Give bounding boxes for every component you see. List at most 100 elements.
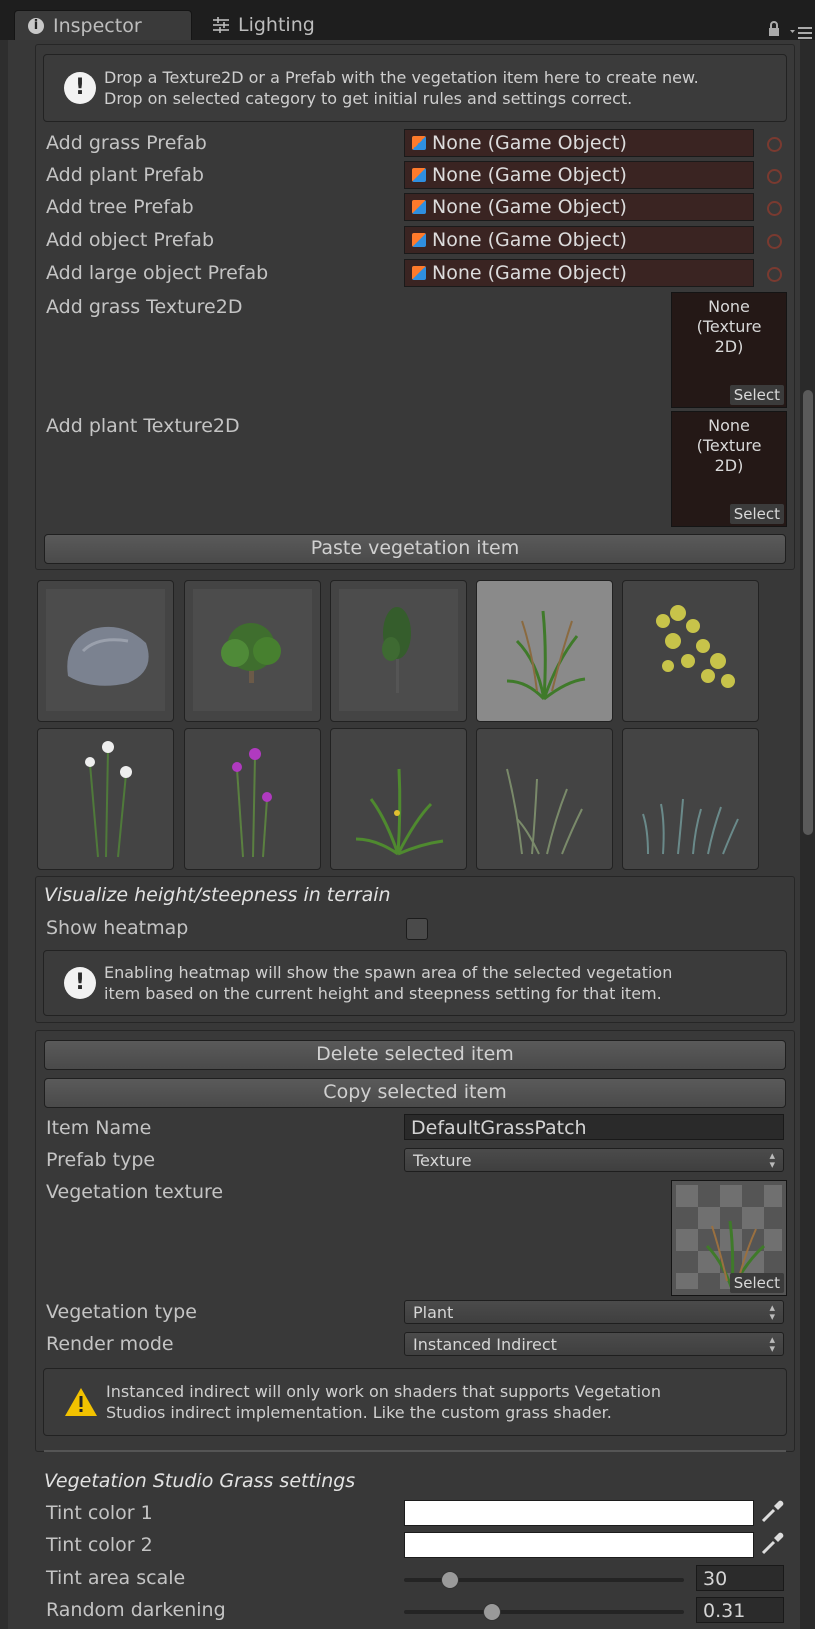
tab-inspector-label: Inspector [53,15,142,37]
add-plant-texture-slot[interactable]: None (Texture 2D) Select [671,411,787,527]
dry-grass-icon [506,768,583,855]
dropdown-arrows-icon: ▴ ▾ [769,1301,775,1323]
heatmap-section-title: Visualize height/steepness in terrain [44,884,391,906]
eyedropper-icon[interactable] [760,1498,786,1529]
lock-icon[interactable] [768,20,780,42]
help-line-1: Drop a Texture2D or a Prefab with the ve… [104,68,699,87]
info-exclamation-icon: ! [64,967,96,999]
object-picker-icon[interactable] [767,169,782,184]
gameobject-cube-icon [412,136,426,150]
add-plant-texture-label: Add plant Texture2D [46,415,240,437]
tall-tree-icon [339,589,458,711]
vegetation-thumb-blue-grass[interactable] [622,728,759,870]
tint-area-scale-slider-knob[interactable] [440,1571,459,1589]
add-object-prefab-field[interactable]: None (Game Object) [404,226,754,254]
eyedropper-icon[interactable] [760,1530,786,1561]
scrollbar-thumb[interactable] [803,390,813,835]
blue-grass-icon [642,798,739,855]
render-mode-warning-box: Instanced indirect will only work on sha… [43,1368,787,1436]
dropdown-arrows-icon: ▴ ▾ [769,1149,775,1171]
add-plant-prefab-field[interactable]: None (Game Object) [404,161,754,189]
add-large-object-prefab-field[interactable]: None (Game Object) [404,259,754,287]
warning-triangle-icon [65,1388,97,1416]
heatmap-help-box: ! Enabling heatmap will show the spawn a… [43,950,787,1016]
random-darkening-label: Random darkening [46,1599,226,1621]
show-heatmap-label: Show heatmap [46,917,189,939]
info-exclamation-icon: ! [64,72,96,104]
tab-lighting[interactable]: Lighting [200,10,340,40]
drop-help-box[interactable]: ! Drop a Texture2D or a Prefab with the … [43,54,787,122]
gameobject-cube-icon [412,200,426,214]
item-name-input[interactable]: DefaultGrassPatch [404,1114,784,1140]
tint-area-scale-input[interactable]: 30 [696,1565,784,1591]
vegetation-thumb-purple-flowers[interactable] [184,728,321,870]
heatmap-help-line-2: item based on the current height and ste… [104,984,662,1003]
add-tree-prefab-label: Add tree Prefab [46,196,194,218]
yellow-plant-icon [656,605,735,688]
gameobject-cube-icon [412,168,426,182]
random-darkening-slider-knob[interactable] [482,1603,501,1621]
info-icon: i [27,17,45,35]
add-grass-texture-slot[interactable]: None (Texture 2D) Select [671,292,787,408]
warning-line-1: Instanced indirect will only work on sha… [106,1382,661,1401]
add-tree-prefab-field[interactable]: None (Game Object) [404,193,754,221]
vegetation-thumb-rock[interactable] [37,580,174,722]
random-darkening-input[interactable]: 0.31 [696,1597,784,1623]
warning-line-2: Studios indirect implementation. Like th… [106,1403,612,1422]
vegetation-thumb-daisy-flowers[interactable] [37,728,174,870]
object-picker-icon[interactable] [767,234,782,249]
vegetation-type-dropdown[interactable]: Plant ▴ ▾ [404,1300,784,1324]
vegetation-thumb-grass-patch[interactable] [476,580,613,722]
vegetation-thumb-bush-tree[interactable] [184,580,321,722]
vegetation-type-label: Vegetation type [46,1301,197,1323]
tab-lighting-label: Lighting [238,14,315,36]
tint-color-1-field[interactable] [404,1500,754,1526]
vegetation-texture-slot[interactable]: Select [671,1180,787,1296]
daisy-flowers-icon [85,741,132,858]
copy-selected-item-button[interactable]: Copy selected item [44,1078,786,1108]
item-name-label: Item Name [46,1117,152,1139]
section-divider [44,1450,786,1452]
texture-select-button[interactable]: Select [729,1273,784,1293]
vegetation-thumb-dry-grass[interactable] [476,728,613,870]
add-grass-prefab-label: Add grass Prefab [46,132,207,154]
tab-inspector[interactable]: i Inspector [14,10,192,41]
purple-flowers-icon [232,748,272,858]
object-picker-icon[interactable] [767,267,782,282]
texture-select-button[interactable]: Select [729,504,784,524]
vegetation-thumb-tall-tree[interactable] [330,580,467,722]
object-picker-icon[interactable] [767,201,782,216]
help-line-2: Drop on selected category to get initial… [104,89,633,108]
tint-color-2-field[interactable] [404,1532,754,1558]
rock-icon [46,589,165,711]
heatmap-help-line-1: Enabling heatmap will show the spawn are… [104,963,673,982]
tint-area-scale-label: Tint area scale [46,1567,186,1589]
add-object-prefab-label: Add object Prefab [46,229,215,251]
prefab-type-dropdown[interactable]: Texture ▴ ▾ [404,1148,784,1172]
tint-color-1-label: Tint color 1 [46,1502,153,1524]
vegetation-thumb-yellow-plant[interactable] [622,580,759,722]
add-plant-prefab-label: Add plant Prefab [46,164,204,186]
render-mode-dropdown[interactable]: Instanced Indirect ▴ ▾ [404,1332,784,1356]
add-large-object-prefab-label: Add large object Prefab [46,262,269,284]
tint-color-2-label: Tint color 2 [46,1534,153,1556]
vegetation-texture-label: Vegetation texture [46,1181,224,1203]
texture-select-button[interactable]: Select [729,385,784,405]
gameobject-cube-icon [412,233,426,247]
random-darkening-slider-track[interactable] [404,1610,684,1614]
prefab-type-label: Prefab type [46,1149,156,1171]
dropdown-arrows-icon: ▴ ▾ [769,1333,775,1355]
add-grass-texture-label: Add grass Texture2D [46,296,243,318]
green-grass-icon [355,768,444,856]
add-grass-prefab-field[interactable]: None (Game Object) [404,129,754,157]
vegetation-thumb-green-grass[interactable] [330,728,467,870]
grass-settings-title: Vegetation Studio Grass settings [44,1470,356,1492]
gameobject-cube-icon [412,266,426,280]
bush-tree-icon [193,589,312,711]
delete-selected-item-button[interactable]: Delete selected item [44,1040,786,1070]
grass-patch-icon [506,610,586,701]
show-heatmap-checkbox[interactable] [406,918,428,940]
object-picker-icon[interactable] [767,137,782,152]
paste-vegetation-item-button[interactable]: Paste vegetation item [44,534,786,564]
render-mode-label: Render mode [46,1333,174,1355]
